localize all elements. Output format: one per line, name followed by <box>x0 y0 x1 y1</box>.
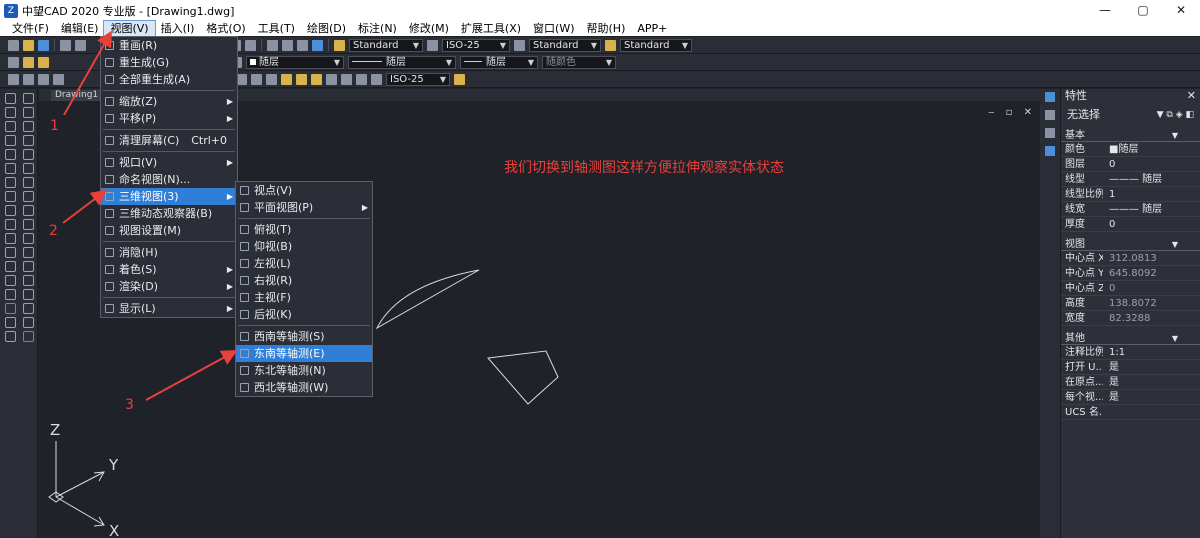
step-2-label: 2 <box>49 223 58 239</box>
arrow-1 <box>63 30 112 116</box>
arrow-2 <box>62 189 108 224</box>
tutorial-arrows <box>62 30 238 401</box>
step-3-label: 3 <box>125 397 134 413</box>
arrow-3 <box>145 350 238 401</box>
step-1-label: 1 <box>50 118 59 134</box>
cad-window: Z 中望CAD 2020 专业版 - [Drawing1.dwg] — ▢ ✕ … <box>0 0 1200 538</box>
